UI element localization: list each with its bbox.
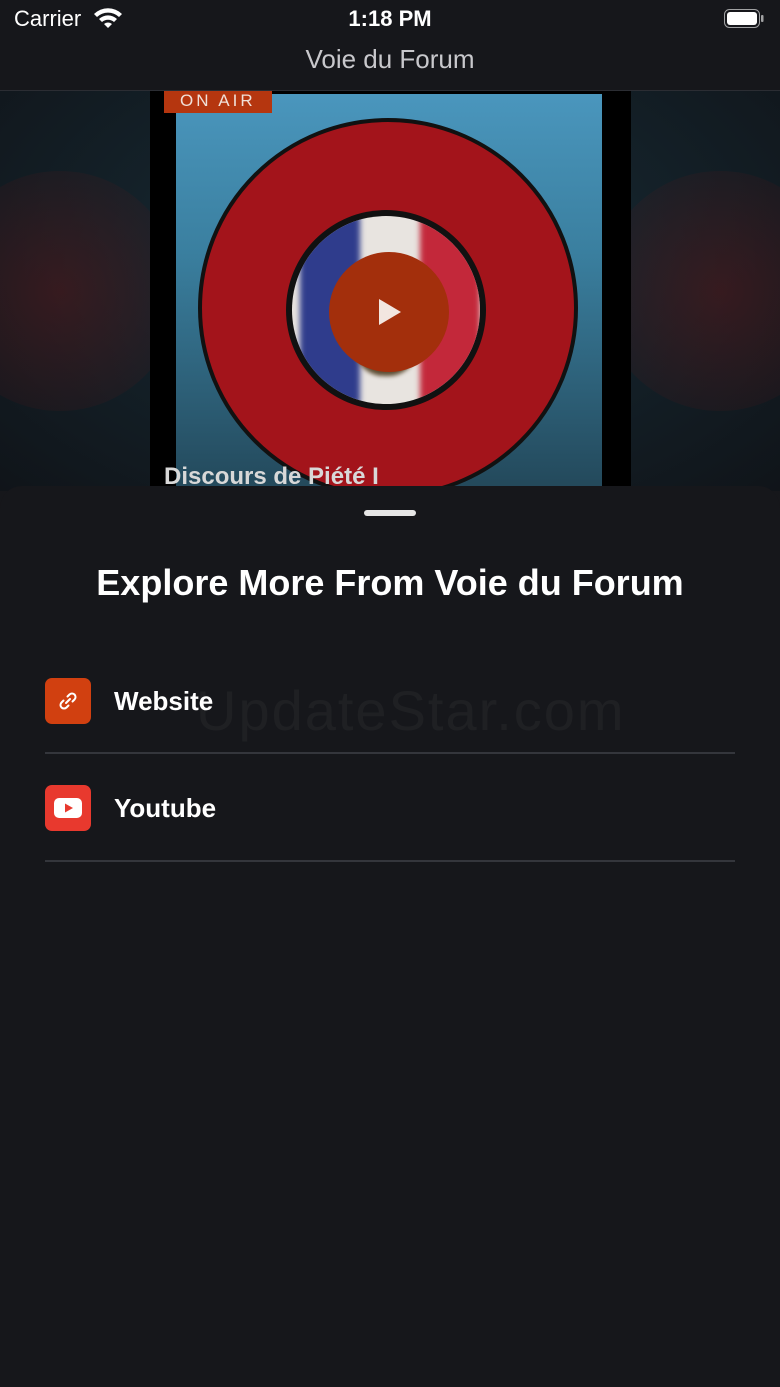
link-row-website[interactable]: Website [45, 678, 735, 784]
link-row-youtube[interactable]: Youtube [45, 785, 735, 891]
explore-sheet: Explore More From Voie du Forum UpdateSt… [0, 486, 780, 1387]
nav-title: Voie du Forum [305, 44, 475, 74]
link-label: Youtube [114, 793, 217, 823]
on-air-badge: ON AIR [164, 91, 272, 113]
battery-icon [724, 9, 764, 28]
sheet-grabber[interactable] [364, 510, 416, 516]
row-divider [45, 752, 735, 754]
play-button[interactable] [329, 252, 449, 372]
link-label: Website [114, 686, 214, 716]
youtube-icon [45, 785, 91, 831]
play-icon [379, 299, 401, 325]
status-bar: Carrier 1:18 PM [0, 0, 780, 40]
row-divider [45, 860, 735, 862]
sheet-title: Explore More From Voie du Forum [96, 562, 684, 603]
link-icon [45, 678, 91, 724]
clock: 1:18 PM [348, 6, 432, 31]
station-artwork [176, 94, 602, 491]
player-hero: ON AIR Discours de Piété I [0, 91, 780, 491]
